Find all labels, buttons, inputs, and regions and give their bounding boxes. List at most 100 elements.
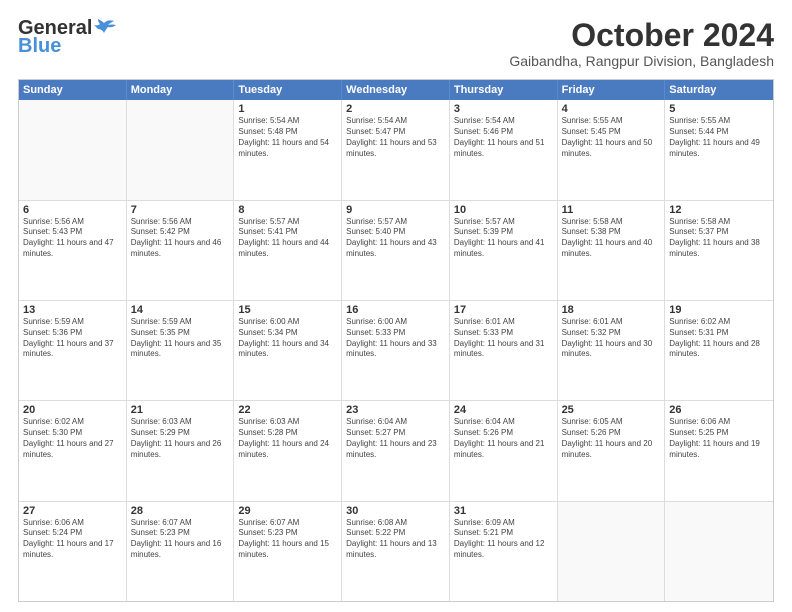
- logo: General Blue: [18, 18, 116, 56]
- day-number: 23: [346, 404, 445, 416]
- day-number: 25: [562, 404, 661, 416]
- day-number: 27: [23, 505, 122, 517]
- cal-cell: [19, 100, 127, 199]
- cal-cell: 7Sunrise: 5:56 AMSunset: 5:42 PMDaylight…: [127, 201, 235, 300]
- day-number: 22: [238, 404, 337, 416]
- day-number: 10: [454, 204, 553, 216]
- cell-text: Sunrise: 6:00 AMSunset: 5:33 PMDaylight:…: [346, 317, 445, 360]
- cal-cell: 14Sunrise: 5:59 AMSunset: 5:35 PMDayligh…: [127, 301, 235, 400]
- cal-cell: 21Sunrise: 6:03 AMSunset: 5:29 PMDayligh…: [127, 401, 235, 500]
- cal-cell: 18Sunrise: 6:01 AMSunset: 5:32 PMDayligh…: [558, 301, 666, 400]
- calendar-row-3: 13Sunrise: 5:59 AMSunset: 5:36 PMDayligh…: [19, 300, 773, 400]
- cal-cell: 9Sunrise: 5:57 AMSunset: 5:40 PMDaylight…: [342, 201, 450, 300]
- cell-text: Sunrise: 5:54 AMSunset: 5:46 PMDaylight:…: [454, 116, 553, 159]
- day-number: 4: [562, 103, 661, 115]
- day-number: 6: [23, 204, 122, 216]
- calendar-row-4: 20Sunrise: 6:02 AMSunset: 5:30 PMDayligh…: [19, 400, 773, 500]
- cal-cell: 16Sunrise: 6:00 AMSunset: 5:33 PMDayligh…: [342, 301, 450, 400]
- header: General Blue October 2024 Gaibandha, Ran…: [18, 18, 774, 69]
- cell-text: Sunrise: 5:57 AMSunset: 5:41 PMDaylight:…: [238, 217, 337, 260]
- day-number: 11: [562, 204, 661, 216]
- day-number: 26: [669, 404, 769, 416]
- cal-cell: 24Sunrise: 6:04 AMSunset: 5:26 PMDayligh…: [450, 401, 558, 500]
- cell-text: Sunrise: 5:57 AMSunset: 5:39 PMDaylight:…: [454, 217, 553, 260]
- cell-text: Sunrise: 6:02 AMSunset: 5:30 PMDaylight:…: [23, 417, 122, 460]
- cal-cell: 5Sunrise: 5:55 AMSunset: 5:44 PMDaylight…: [665, 100, 773, 199]
- cal-cell: 28Sunrise: 6:07 AMSunset: 5:23 PMDayligh…: [127, 502, 235, 601]
- cell-text: Sunrise: 6:04 AMSunset: 5:26 PMDaylight:…: [454, 417, 553, 460]
- cell-text: Sunrise: 5:59 AMSunset: 5:35 PMDaylight:…: [131, 317, 230, 360]
- day-number: 18: [562, 304, 661, 316]
- day-number: 16: [346, 304, 445, 316]
- calendar-row-1: 1Sunrise: 5:54 AMSunset: 5:48 PMDaylight…: [19, 100, 773, 199]
- calendar-header: SundayMondayTuesdayWednesdayThursdayFrid…: [19, 80, 773, 100]
- cal-cell: [665, 502, 773, 601]
- cell-text: Sunrise: 6:04 AMSunset: 5:27 PMDaylight:…: [346, 417, 445, 460]
- logo-blue: Blue: [18, 36, 61, 56]
- day-number: 7: [131, 204, 230, 216]
- calendar-row-2: 6Sunrise: 5:56 AMSunset: 5:43 PMDaylight…: [19, 200, 773, 300]
- cal-cell: 22Sunrise: 6:03 AMSunset: 5:28 PMDayligh…: [234, 401, 342, 500]
- cell-text: Sunrise: 6:09 AMSunset: 5:21 PMDaylight:…: [454, 518, 553, 561]
- day-number: 1: [238, 103, 337, 115]
- page: General Blue October 2024 Gaibandha, Ran…: [0, 0, 792, 612]
- day-number: 14: [131, 304, 230, 316]
- cal-cell: 4Sunrise: 5:55 AMSunset: 5:45 PMDaylight…: [558, 100, 666, 199]
- cell-text: Sunrise: 6:06 AMSunset: 5:24 PMDaylight:…: [23, 518, 122, 561]
- weekday-header-tuesday: Tuesday: [234, 80, 342, 100]
- day-number: 2: [346, 103, 445, 115]
- cell-text: Sunrise: 6:07 AMSunset: 5:23 PMDaylight:…: [238, 518, 337, 561]
- cal-cell: 27Sunrise: 6:06 AMSunset: 5:24 PMDayligh…: [19, 502, 127, 601]
- day-number: 13: [23, 304, 122, 316]
- day-number: 5: [669, 103, 769, 115]
- cell-text: Sunrise: 5:58 AMSunset: 5:37 PMDaylight:…: [669, 217, 769, 260]
- weekday-header-thursday: Thursday: [450, 80, 558, 100]
- cell-text: Sunrise: 6:03 AMSunset: 5:29 PMDaylight:…: [131, 417, 230, 460]
- cell-text: Sunrise: 6:07 AMSunset: 5:23 PMDaylight:…: [131, 518, 230, 561]
- day-number: 31: [454, 505, 553, 517]
- cal-cell: 23Sunrise: 6:04 AMSunset: 5:27 PMDayligh…: [342, 401, 450, 500]
- day-number: 9: [346, 204, 445, 216]
- cal-cell: 12Sunrise: 5:58 AMSunset: 5:37 PMDayligh…: [665, 201, 773, 300]
- cal-cell: 3Sunrise: 5:54 AMSunset: 5:46 PMDaylight…: [450, 100, 558, 199]
- month-title: October 2024: [509, 18, 774, 53]
- cal-cell: 2Sunrise: 5:54 AMSunset: 5:47 PMDaylight…: [342, 100, 450, 199]
- cell-text: Sunrise: 5:54 AMSunset: 5:48 PMDaylight:…: [238, 116, 337, 159]
- weekday-header-sunday: Sunday: [19, 80, 127, 100]
- day-number: 12: [669, 204, 769, 216]
- calendar-row-5: 27Sunrise: 6:06 AMSunset: 5:24 PMDayligh…: [19, 501, 773, 601]
- day-number: 28: [131, 505, 230, 517]
- cell-text: Sunrise: 6:00 AMSunset: 5:34 PMDaylight:…: [238, 317, 337, 360]
- cal-cell: 15Sunrise: 6:00 AMSunset: 5:34 PMDayligh…: [234, 301, 342, 400]
- logo-bird-icon: [94, 19, 116, 35]
- cal-cell: 10Sunrise: 5:57 AMSunset: 5:39 PMDayligh…: [450, 201, 558, 300]
- cal-cell: 30Sunrise: 6:08 AMSunset: 5:22 PMDayligh…: [342, 502, 450, 601]
- cal-cell: 26Sunrise: 6:06 AMSunset: 5:25 PMDayligh…: [665, 401, 773, 500]
- cell-text: Sunrise: 5:58 AMSunset: 5:38 PMDaylight:…: [562, 217, 661, 260]
- day-number: 3: [454, 103, 553, 115]
- cell-text: Sunrise: 6:01 AMSunset: 5:33 PMDaylight:…: [454, 317, 553, 360]
- day-number: 30: [346, 505, 445, 517]
- cal-cell: 20Sunrise: 6:02 AMSunset: 5:30 PMDayligh…: [19, 401, 127, 500]
- cell-text: Sunrise: 6:03 AMSunset: 5:28 PMDaylight:…: [238, 417, 337, 460]
- cell-text: Sunrise: 6:06 AMSunset: 5:25 PMDaylight:…: [669, 417, 769, 460]
- cell-text: Sunrise: 6:02 AMSunset: 5:31 PMDaylight:…: [669, 317, 769, 360]
- cell-text: Sunrise: 5:57 AMSunset: 5:40 PMDaylight:…: [346, 217, 445, 260]
- cal-cell: 25Sunrise: 6:05 AMSunset: 5:26 PMDayligh…: [558, 401, 666, 500]
- cal-cell: 11Sunrise: 5:58 AMSunset: 5:38 PMDayligh…: [558, 201, 666, 300]
- cal-cell: [558, 502, 666, 601]
- cal-cell: 31Sunrise: 6:09 AMSunset: 5:21 PMDayligh…: [450, 502, 558, 601]
- day-number: 8: [238, 204, 337, 216]
- day-number: 15: [238, 304, 337, 316]
- cal-cell: 13Sunrise: 5:59 AMSunset: 5:36 PMDayligh…: [19, 301, 127, 400]
- cell-text: Sunrise: 5:59 AMSunset: 5:36 PMDaylight:…: [23, 317, 122, 360]
- day-number: 29: [238, 505, 337, 517]
- cell-text: Sunrise: 5:56 AMSunset: 5:43 PMDaylight:…: [23, 217, 122, 260]
- weekday-header-friday: Friday: [558, 80, 666, 100]
- weekday-header-monday: Monday: [127, 80, 235, 100]
- day-number: 17: [454, 304, 553, 316]
- cal-cell: 6Sunrise: 5:56 AMSunset: 5:43 PMDaylight…: [19, 201, 127, 300]
- day-number: 21: [131, 404, 230, 416]
- cell-text: Sunrise: 5:54 AMSunset: 5:47 PMDaylight:…: [346, 116, 445, 159]
- title-block: October 2024 Gaibandha, Rangpur Division…: [509, 18, 774, 69]
